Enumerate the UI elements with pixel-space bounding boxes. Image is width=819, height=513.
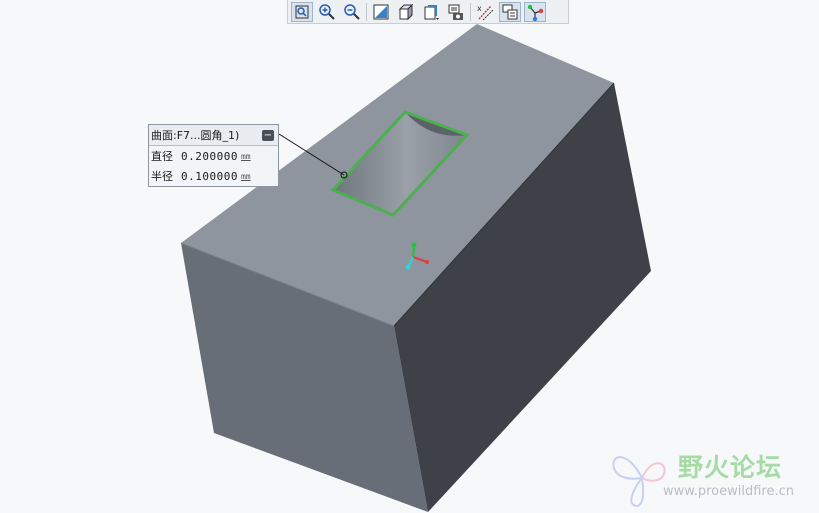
view-toolbar: x: [287, 0, 569, 24]
annotation-display-button[interactable]: [499, 1, 521, 22]
dimension-callout[interactable]: 曲面:F7...圆角_1) − 直径 0.200000 mm 半径 0.1000…: [148, 124, 279, 187]
view-manager-icon: [448, 4, 463, 20]
saved-orientations-button[interactable]: [420, 2, 442, 22]
display-style-button[interactable]: [395, 2, 417, 22]
diameter-unit: mm: [240, 151, 251, 161]
callout-header: 曲面:F7...圆角_1) −: [149, 125, 278, 146]
callout-row-diameter: 直径 0.200000 mm: [149, 146, 278, 166]
datum-display-button[interactable]: x: [474, 2, 496, 22]
spin-center-icon: [527, 4, 544, 21]
butterfly-logo-icon: [612, 456, 666, 508]
zoom-out-button[interactable]: [341, 2, 363, 22]
zoom-in-icon: [319, 3, 335, 20]
datum-display-icon: x: [477, 4, 494, 20]
repaint-button[interactable]: [370, 2, 392, 22]
watermark: 野火论坛 www.proewildfire.cn: [608, 448, 818, 510]
svg-text:x: x: [477, 4, 482, 13]
callout-row-radius: 半径 0.100000 mm: [149, 166, 278, 186]
watermark-url: www.proewildfire.cn: [663, 484, 794, 499]
toolbar-separator: [366, 2, 367, 21]
radius-label: 半径: [151, 170, 173, 183]
view-manager-button[interactable]: [445, 2, 467, 22]
zoom-out-icon: [344, 3, 360, 20]
toolbar-separator: [470, 2, 471, 21]
zoom-in-button[interactable]: [316, 2, 338, 22]
refit-zoom-icon: [295, 5, 309, 18]
watermark-title: 野火论坛: [678, 453, 783, 482]
repaint-icon: [373, 4, 389, 19]
refit-zoom-button[interactable]: [291, 1, 313, 22]
collapse-icon[interactable]: −: [262, 129, 274, 141]
annotation-display-icon: [502, 4, 518, 19]
display-style-icon: [398, 3, 414, 20]
diameter-value[interactable]: 0.200000: [181, 150, 238, 163]
model-viewport[interactable]: [0, 0, 819, 513]
radius-value[interactable]: 0.100000: [181, 170, 238, 183]
saved-orientations-icon: [424, 4, 439, 20]
spin-center-button[interactable]: [524, 1, 546, 22]
callout-title: 曲面:F7...圆角_1): [151, 129, 240, 142]
diameter-label: 直径: [151, 150, 173, 163]
radius-unit: mm: [240, 171, 251, 181]
